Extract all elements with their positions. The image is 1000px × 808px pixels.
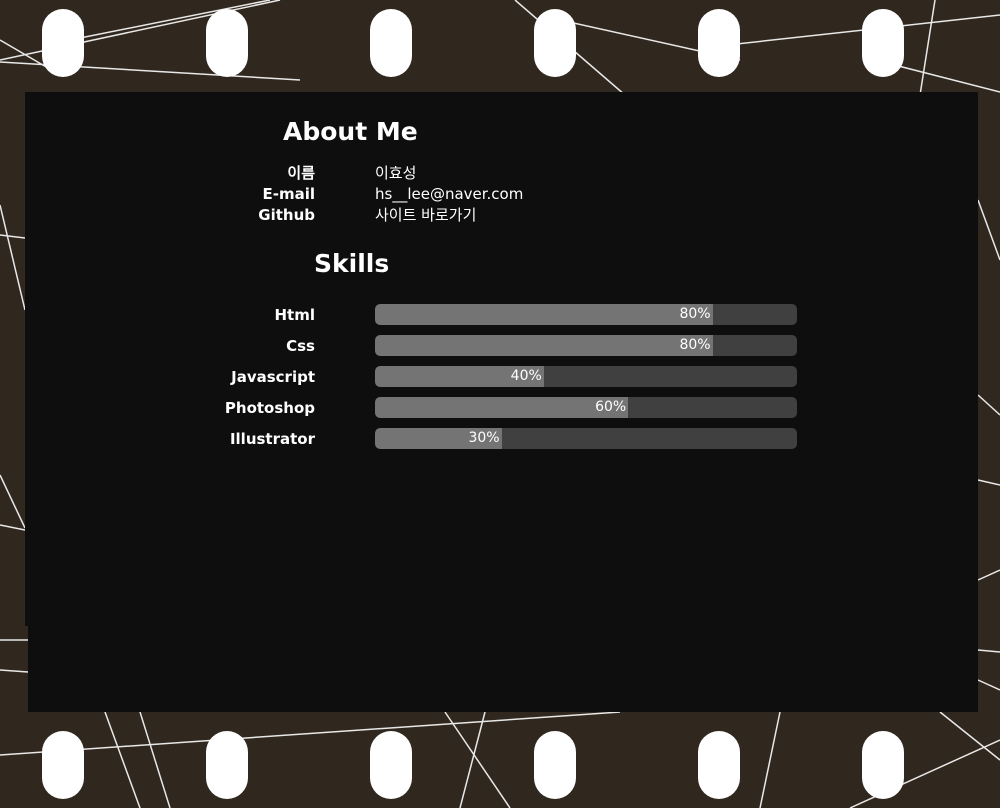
skill-percent: 80% [679, 337, 711, 353]
content-panel-bottom [28, 624, 978, 712]
skill-bar-track: 80% [375, 304, 797, 325]
film-hole [698, 9, 740, 77]
skill-percent: 80% [679, 306, 711, 322]
film-hole [862, 731, 904, 799]
skill-name: Css [286, 337, 315, 355]
skill-name: Html [274, 306, 316, 324]
film-hole [370, 9, 412, 77]
name-label: 이름 [287, 164, 315, 182]
email-value: hs__lee@naver.com [375, 185, 524, 203]
github-site-link[interactable]: 사이트 바로가기 [375, 205, 476, 225]
name-value: 이효성 [375, 164, 417, 182]
skills-heading: Skills [314, 249, 390, 278]
film-hole [534, 731, 576, 799]
about-me-heading: About Me [283, 117, 418, 146]
skill-bar-track: 40% [375, 366, 797, 387]
skill-bar-track: 30% [375, 428, 797, 449]
skill-name: Illustrator [229, 430, 315, 448]
skill-name: Photoshop [224, 399, 315, 417]
email-label: E-mail [262, 185, 315, 203]
skill-name: Javascript [231, 368, 315, 386]
film-hole [534, 9, 576, 77]
film-hole [206, 9, 248, 77]
skill-percent: 40% [510, 368, 542, 384]
skill-percent: 30% [468, 430, 500, 446]
film-hole [42, 731, 84, 799]
skill-bar-track: 60% [375, 397, 797, 418]
film-hole [370, 731, 412, 799]
content-panel [25, 92, 978, 626]
github-label: Github [258, 206, 315, 224]
skill-bar-track: 80% [375, 335, 797, 356]
film-hole [42, 9, 84, 77]
film-hole [206, 731, 248, 799]
film-hole [862, 9, 904, 77]
skill-percent: 60% [595, 399, 627, 415]
film-hole [698, 731, 740, 799]
